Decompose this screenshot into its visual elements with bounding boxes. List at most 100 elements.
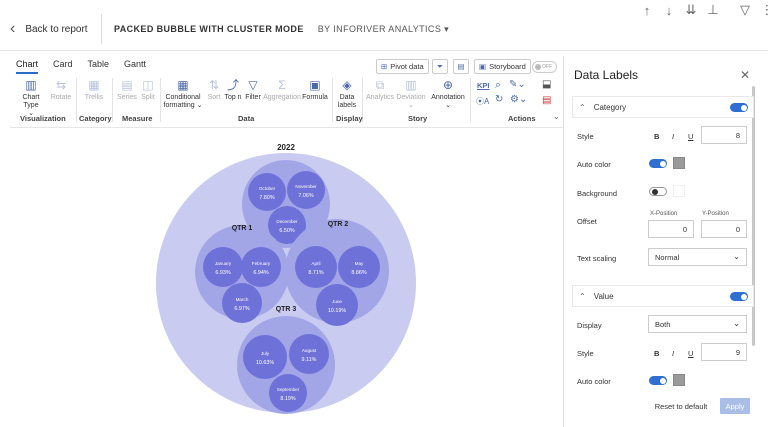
filter-label: Filter xyxy=(245,94,261,101)
month-label: April xyxy=(311,261,320,266)
category-font-size-input[interactable]: 8 xyxy=(701,126,747,144)
value-underline-button[interactable]: U xyxy=(688,349,693,358)
aggregation-button[interactable]: Σ Aggregation xyxy=(263,78,301,102)
cluster-label: QTR 1 xyxy=(232,225,253,232)
tab-gantt[interactable]: Gantt xyxy=(124,59,146,74)
formula-button[interactable]: ▣ Formula xyxy=(302,78,328,102)
tab-chart[interactable]: Chart xyxy=(16,59,39,74)
data-labels-button[interactable]: ◈ Data labels xyxy=(336,78,358,110)
category-color-swatch[interactable] xyxy=(673,157,685,169)
chevron-down-icon: ⌄ xyxy=(733,252,740,261)
series-button[interactable]: ▤ Series xyxy=(116,78,138,102)
month-value-label: 10.63% xyxy=(256,360,274,366)
x-position-input[interactable]: 0 xyxy=(648,220,694,238)
rotate-icon: ⇆ xyxy=(55,78,67,92)
underline-button[interactable]: U xyxy=(688,132,693,141)
x-position-label: X-Position xyxy=(650,211,678,217)
group-actions: Actions xyxy=(508,114,536,123)
series-icon: ▤ xyxy=(121,78,133,92)
value-font-size-input[interactable]: 9 xyxy=(701,343,747,361)
trellis-icon: ▦ xyxy=(88,78,100,92)
refresh-icon[interactable]: ↻ xyxy=(495,94,503,105)
drill-icon[interactable]: ⦿A xyxy=(476,96,489,107)
bold-button[interactable]: B xyxy=(654,132,659,141)
settings-icon[interactable]: ⚙⌄ xyxy=(510,94,527,105)
split-icon: ◫ xyxy=(142,78,154,92)
conditional-formatting-button[interactable]: ▦ Conditional formatting ⌄ xyxy=(162,78,204,110)
category-toggle[interactable] xyxy=(730,103,748,112)
series-label: Series xyxy=(117,94,137,101)
month-value-label: 6.93% xyxy=(215,270,230,276)
close-icon[interactable]: ✕ xyxy=(740,68,750,82)
tab-card[interactable]: Card xyxy=(53,59,73,74)
page-title: PACKED BUBBLE WITH CLUSTER MODE xyxy=(114,24,304,34)
pivot-data-button[interactable]: ⊞ Pivot data xyxy=(376,59,429,74)
annotation-button[interactable]: ⊕ Annotation ⌄ xyxy=(429,78,467,110)
apply-button[interactable]: Apply xyxy=(720,398,750,414)
reset-to-default-button[interactable]: Reset to default xyxy=(648,398,714,414)
month-value-label: 8.19% xyxy=(280,396,295,402)
value-auto-color-label: Auto color xyxy=(577,377,611,386)
pivot-data-label: Pivot data xyxy=(390,62,424,71)
category-section-header[interactable]: ⌃ Category xyxy=(572,96,754,118)
value-bold-button[interactable]: B xyxy=(654,349,659,358)
author-caret-icon: ▾ xyxy=(444,23,450,34)
pdf-icon[interactable]: ▤ xyxy=(542,95,551,106)
topn-label: Top n xyxy=(224,94,242,101)
month-bubble-october xyxy=(248,173,286,211)
month-label: May xyxy=(355,261,364,266)
split-label: Split xyxy=(141,94,155,101)
data-label-1: Data xyxy=(339,94,355,101)
storyboard-button[interactable]: ▣ Storyboard xyxy=(474,59,531,74)
tab-table[interactable]: Table xyxy=(88,59,110,74)
background-color-swatch[interactable] xyxy=(673,185,685,197)
group-story: Story xyxy=(408,114,428,123)
topn-button[interactable]: ⤴ Top n xyxy=(223,78,243,102)
auto-color-toggle[interactable] xyxy=(649,159,667,168)
text-scaling-select[interactable]: Normal ⌄ xyxy=(648,248,747,266)
deviation-button[interactable]: ▥ Deviation ⌄ xyxy=(396,78,426,110)
filter-toolbar-button[interactable]: ⏷ xyxy=(432,59,448,74)
value-section-header[interactable]: ⌃ Value xyxy=(572,285,754,307)
value-italic-button[interactable]: I xyxy=(672,349,674,358)
rotate-button[interactable]: ⇆ Rotate xyxy=(50,78,72,102)
display-select[interactable]: Both ⌄ xyxy=(648,315,747,333)
toolbar-separator xyxy=(160,78,161,122)
sort-button[interactable]: ⇅ Sort xyxy=(205,78,223,102)
layout-button[interactable]: ▤ xyxy=(453,59,469,74)
brush-icon[interactable]: ✎⌄ xyxy=(509,79,526,90)
toggle-off-label: OFF xyxy=(542,64,552,70)
sort-icon: ⇅ xyxy=(208,78,220,92)
month-value-label: 6.94% xyxy=(253,270,268,276)
italic-button[interactable]: I xyxy=(672,132,674,141)
collapse-ribbon-icon[interactable]: ⌄ xyxy=(553,112,560,121)
value-section-label: Value xyxy=(593,291,614,301)
month-value-label: 10.19% xyxy=(328,308,346,314)
back-to-report-button[interactable]: ‹ Back to report xyxy=(0,14,102,44)
month-value-label: 8.86% xyxy=(351,270,366,276)
trellis-button[interactable]: ▦ Trellis xyxy=(82,78,106,102)
topn-icon: ⤴ xyxy=(226,78,239,92)
split-button[interactable]: ◫ Split xyxy=(138,78,158,102)
panel-scrollbar[interactable] xyxy=(752,86,755,346)
value-toggle[interactable] xyxy=(730,292,748,301)
author-menu[interactable]: BY INFORIVER ANALYTICS ▾ xyxy=(318,24,449,35)
background-toggle[interactable] xyxy=(649,187,667,196)
style-label: Style xyxy=(577,132,594,141)
kpi-button[interactable]: KPI xyxy=(477,81,490,90)
value-auto-color-toggle[interactable] xyxy=(649,376,667,385)
value-color-swatch[interactable] xyxy=(673,374,685,386)
storyboard-toggle[interactable]: OFF xyxy=(532,61,557,73)
toolbar-separator xyxy=(112,78,113,122)
view-tabs: Chart Card Table Gantt xyxy=(16,59,146,74)
category-section-label: Category xyxy=(593,102,627,112)
export-icon[interactable]: ⬓ xyxy=(542,79,551,90)
month-bubble-september xyxy=(269,374,307,412)
search-icon[interactable]: ⌕ xyxy=(495,79,501,92)
chart-type-button[interactable]: ▥ Chart Type ⌄ xyxy=(14,78,48,118)
chart-title: 2022 xyxy=(277,143,295,152)
analytics-button[interactable]: ⧉ Analytics xyxy=(366,78,394,102)
filter-button[interactable]: ▽ Filter xyxy=(244,78,262,102)
y-position-input[interactable]: 0 xyxy=(701,220,747,238)
month-bubble-february xyxy=(241,247,281,287)
